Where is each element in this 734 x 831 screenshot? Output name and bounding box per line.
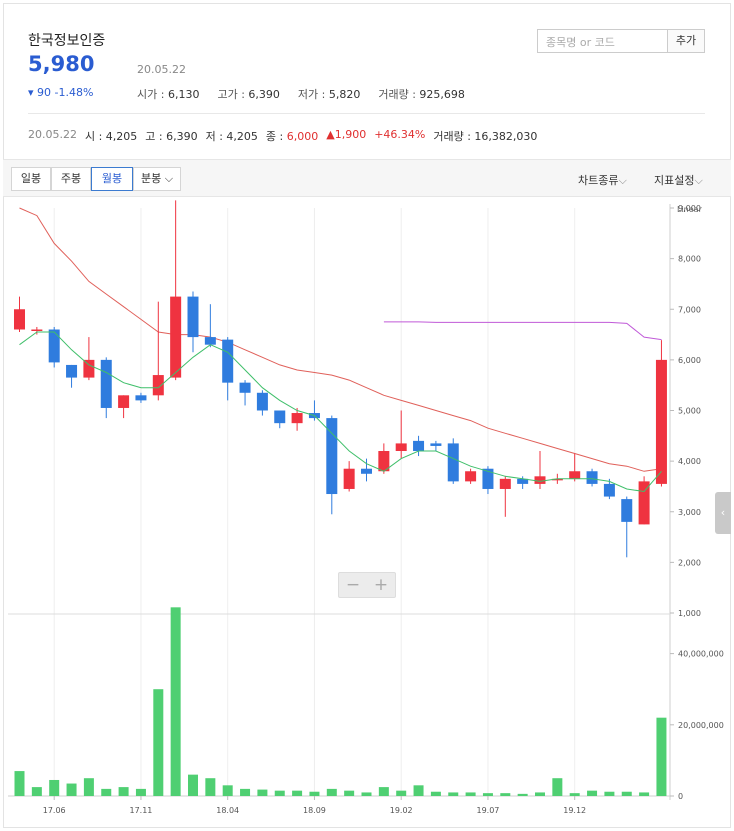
chevron-down-icon: ⌵ <box>618 174 627 187</box>
tab-weekly[interactable]: 주봉 <box>51 167 91 191</box>
price-change: ▾ 90 -1.48% <box>28 86 94 99</box>
zoom-control: − + <box>338 572 396 598</box>
chevron-left-icon[interactable]: ‹ <box>715 492 731 534</box>
stat-open: 시가 : 6,130 <box>137 88 200 101</box>
summary-open: 시 : 4,205 <box>84 130 138 143</box>
stat-low: 저가 : 5,820 <box>297 88 361 101</box>
indicator-settings-dropdown[interactable]: 지표설정⌵ <box>654 172 703 188</box>
zoom-in-button[interactable]: + <box>367 573 395 597</box>
summary-date: 20.05.22 <box>28 128 77 141</box>
chart-widget <box>3 3 731 828</box>
chart-toolbar: 일봉 주봉 월봉 분봉 ⌵ 차트종류⌵ 지표설정⌵ <box>3 159 731 197</box>
quote-date: 20.05.22 <box>137 63 186 76</box>
stock-search-input[interactable]: 종목명 or 코드 <box>537 29 668 53</box>
quote-stats: 시가 : 6,130 고가 : 6,390 저가 : 5,820 거래량 : 9… <box>137 86 465 102</box>
summary-pct: +46.34% <box>374 128 426 141</box>
chart-type-dropdown[interactable]: 차트종류⌵ <box>578 172 627 188</box>
summary-diff: ▲1,900 <box>326 128 367 141</box>
summary-high: 고 : 6,390 <box>145 130 198 143</box>
chevron-down-icon: ⌵ <box>161 172 174 185</box>
summary-volume: 거래량 : 16,382,030 <box>433 130 538 143</box>
stat-high: 고가 : 6,390 <box>217 88 280 101</box>
stat-volume: 거래량 : 925,698 <box>378 88 465 101</box>
current-price: 5,980 <box>28 52 95 76</box>
tab-monthly[interactable]: 월봉 <box>91 167 133 191</box>
summary-close: 종 : 6,000 <box>265 130 319 143</box>
tab-daily[interactable]: 일봉 <box>11 167 51 191</box>
divider <box>28 113 705 114</box>
ohlc-summary: 20.05.22 시 : 4,205 고 : 6,390 저 : 4,205 종… <box>28 128 537 144</box>
stock-name: 한국정보인증 <box>28 33 106 49</box>
tab-minute[interactable]: 분봉 ⌵ <box>133 167 181 191</box>
summary-low: 저 : 4,205 <box>205 130 258 143</box>
zoom-out-button[interactable]: − <box>339 573 367 597</box>
chevron-down-icon: ⌵ <box>694 174 703 187</box>
add-button[interactable]: 추가 <box>667 29 705 53</box>
